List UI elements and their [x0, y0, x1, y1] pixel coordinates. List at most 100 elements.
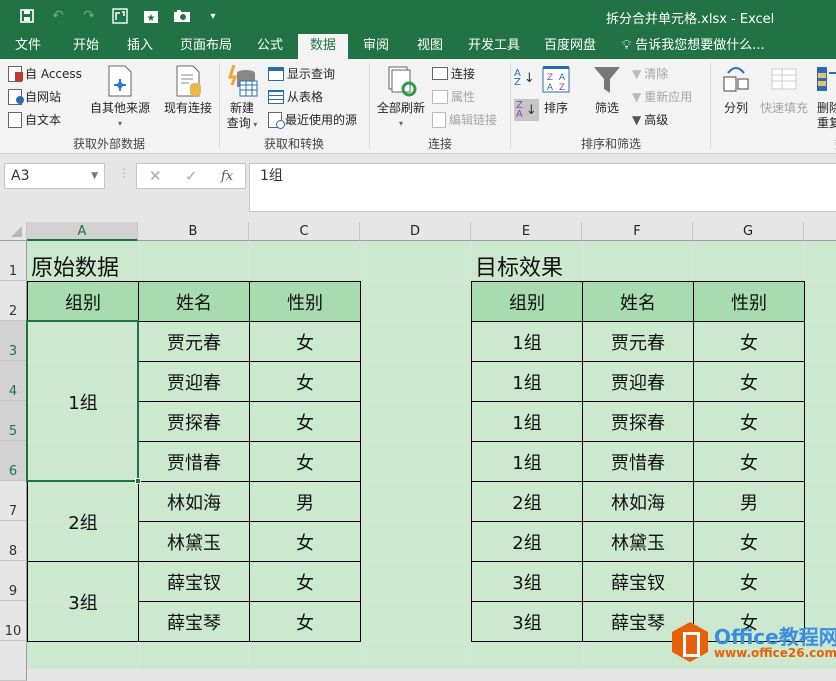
filter-button[interactable]: 筛选: [590, 65, 624, 116]
target-group-cell[interactable]: 1组: [471, 401, 583, 442]
source-merged-group-cell[interactable]: 2组: [27, 481, 139, 562]
target-name-cell[interactable]: 贾探春: [582, 401, 694, 442]
target-group-cell[interactable]: 1组: [471, 441, 583, 482]
source-gender-cell[interactable]: 女: [249, 361, 361, 402]
customize-qat-icon[interactable]: ▾: [204, 7, 222, 25]
source-header-group[interactable]: 组别: [27, 281, 139, 322]
from-table-button[interactable]: 从表格: [268, 88, 323, 105]
target-name-cell[interactable]: 贾惜春: [582, 441, 694, 482]
target-name-cell[interactable]: 贾迎春: [582, 361, 694, 402]
column-header-c[interactable]: C: [249, 222, 360, 241]
enter-icon[interactable]: ✓: [185, 167, 198, 185]
refresh-all-button[interactable]: 全部刷新 ▾: [374, 65, 428, 131]
save-icon[interactable]: [18, 7, 36, 25]
select-all-button[interactable]: [0, 222, 27, 241]
undo-icon[interactable]: ↶: [49, 7, 67, 25]
target-group-cell[interactable]: 3组: [471, 561, 583, 602]
row-header-6[interactable]: 6: [0, 441, 27, 481]
source-name-cell[interactable]: 薛宝琴: [138, 601, 250, 642]
reapply-button[interactable]: ▼ 重新应用: [632, 88, 692, 105]
tab-insert[interactable]: 插入: [120, 34, 160, 59]
source-name-cell[interactable]: 林如海: [138, 481, 250, 522]
row-header-9[interactable]: 9: [0, 561, 27, 601]
target-group-cell[interactable]: 1组: [471, 361, 583, 402]
source-name-cell[interactable]: 薛宝钗: [138, 561, 250, 602]
clear-filter-button[interactable]: ▼ 清除: [632, 65, 668, 82]
connections-button[interactable]: 连接: [432, 65, 475, 82]
tell-me-search[interactable]: 💡︎ 告诉我您想要做什么...: [622, 34, 765, 59]
source-header-gender[interactable]: 性别: [249, 281, 361, 322]
properties-button[interactable]: 属性: [432, 88, 475, 105]
target-gender-cell[interactable]: 女: [693, 401, 805, 442]
source-gender-cell[interactable]: 女: [249, 401, 361, 442]
row-header-5[interactable]: 5: [0, 401, 27, 441]
target-header-group[interactable]: 组别: [471, 281, 583, 322]
text-to-columns-button[interactable]: 分列: [718, 65, 754, 116]
source-name-cell[interactable]: 林黛玉: [138, 521, 250, 562]
row-header-10[interactable]: 10: [0, 601, 27, 641]
target-gender-cell[interactable]: 女: [693, 521, 805, 562]
row-header-8[interactable]: 8: [0, 521, 27, 561]
fill-handle[interactable]: [135, 478, 141, 484]
tab-file[interactable]: 文件: [8, 34, 48, 59]
target-gender-cell[interactable]: 女: [693, 561, 805, 602]
formula-bar-grip-icon[interactable]: ⋮: [118, 166, 130, 180]
column-header-a[interactable]: A: [27, 222, 138, 241]
redo-icon[interactable]: ↷: [80, 7, 98, 25]
source-gender-cell[interactable]: 女: [249, 561, 361, 602]
sort-ascending-button[interactable]: A Z ↓: [514, 69, 535, 88]
edit-links-button[interactable]: 编辑链接: [432, 111, 497, 128]
formula-input[interactable]: 1组: [249, 163, 836, 212]
tab-home[interactable]: 开始: [66, 34, 106, 59]
sort-button[interactable]: ZAAZ 排序: [540, 65, 572, 116]
target-group-cell[interactable]: 1组: [471, 321, 583, 362]
tab-baidu-netdisk[interactable]: 百度网盘: [540, 34, 600, 59]
flash-fill-button[interactable]: 快速填充: [756, 65, 812, 116]
worksheet-grid[interactable]: 原始数据 目标效果 组别 姓名 性别 1组 2组 3组 贾元春女贾迎春女贾探春女贾惜春女林如…: [26, 241, 836, 669]
remove-duplicates-button[interactable]: 删除 重复: [812, 65, 836, 131]
tab-page-layout[interactable]: 页面布局: [176, 34, 236, 59]
source-name-cell[interactable]: 贾迎春: [138, 361, 250, 402]
camera-icon[interactable]: [173, 7, 191, 25]
row-header-3[interactable]: 3: [0, 321, 27, 361]
row-header-11[interactable]: [0, 641, 27, 681]
sort-descending-button[interactable]: Z A ↓: [514, 99, 539, 121]
target-gender-cell[interactable]: 女: [693, 361, 805, 402]
name-box-dropdown-icon[interactable]: ▼: [91, 164, 98, 188]
recent-sources-button[interactable]: 最近使用的源: [268, 111, 357, 129]
target-name-cell[interactable]: 贾元春: [582, 321, 694, 362]
favorite-icon[interactable]: ★: [142, 7, 160, 25]
form-icon[interactable]: [111, 7, 129, 25]
from-text-button[interactable]: 自文本: [8, 111, 61, 128]
cancel-icon[interactable]: ✕: [149, 167, 162, 185]
column-header-b[interactable]: B: [138, 222, 249, 241]
existing-connections-button[interactable]: 现有连接: [160, 65, 216, 116]
tab-formulas[interactable]: 公式: [250, 34, 290, 59]
target-group-cell[interactable]: 2组: [471, 521, 583, 562]
target-name-cell[interactable]: 林如海: [582, 481, 694, 522]
row-header-7[interactable]: 7: [0, 481, 27, 521]
tab-data[interactable]: 数据: [298, 34, 348, 59]
from-access-button[interactable]: 自 Access: [8, 65, 82, 82]
insert-function-icon[interactable]: fx: [221, 169, 233, 184]
name-box[interactable]: A3 ▼: [4, 163, 105, 189]
source-header-name[interactable]: 姓名: [138, 281, 250, 322]
row-header-4[interactable]: 4: [0, 361, 27, 401]
target-group-cell[interactable]: 2组: [471, 481, 583, 522]
source-table-title[interactable]: 原始数据: [31, 250, 119, 282]
advanced-filter-button[interactable]: ▼ 高级: [632, 111, 668, 128]
target-group-cell[interactable]: 3组: [471, 601, 583, 642]
source-merged-group-cell[interactable]: 1组: [27, 321, 139, 482]
target-gender-cell[interactable]: 女: [693, 321, 805, 362]
tab-review[interactable]: 审阅: [356, 34, 396, 59]
from-web-button[interactable]: 自网站: [8, 88, 61, 105]
target-gender-cell[interactable]: 女: [693, 441, 805, 482]
source-gender-cell[interactable]: 女: [249, 441, 361, 482]
target-table-title[interactable]: 目标效果: [475, 250, 563, 282]
target-header-name[interactable]: 姓名: [582, 281, 694, 322]
row-header-2[interactable]: 2: [0, 281, 27, 321]
new-query-button[interactable]: 新建 查询 ▾: [224, 64, 260, 132]
show-queries-button[interactable]: 显示查询: [268, 65, 335, 82]
row-header-1[interactable]: 1: [0, 241, 27, 281]
source-gender-cell[interactable]: 女: [249, 601, 361, 642]
